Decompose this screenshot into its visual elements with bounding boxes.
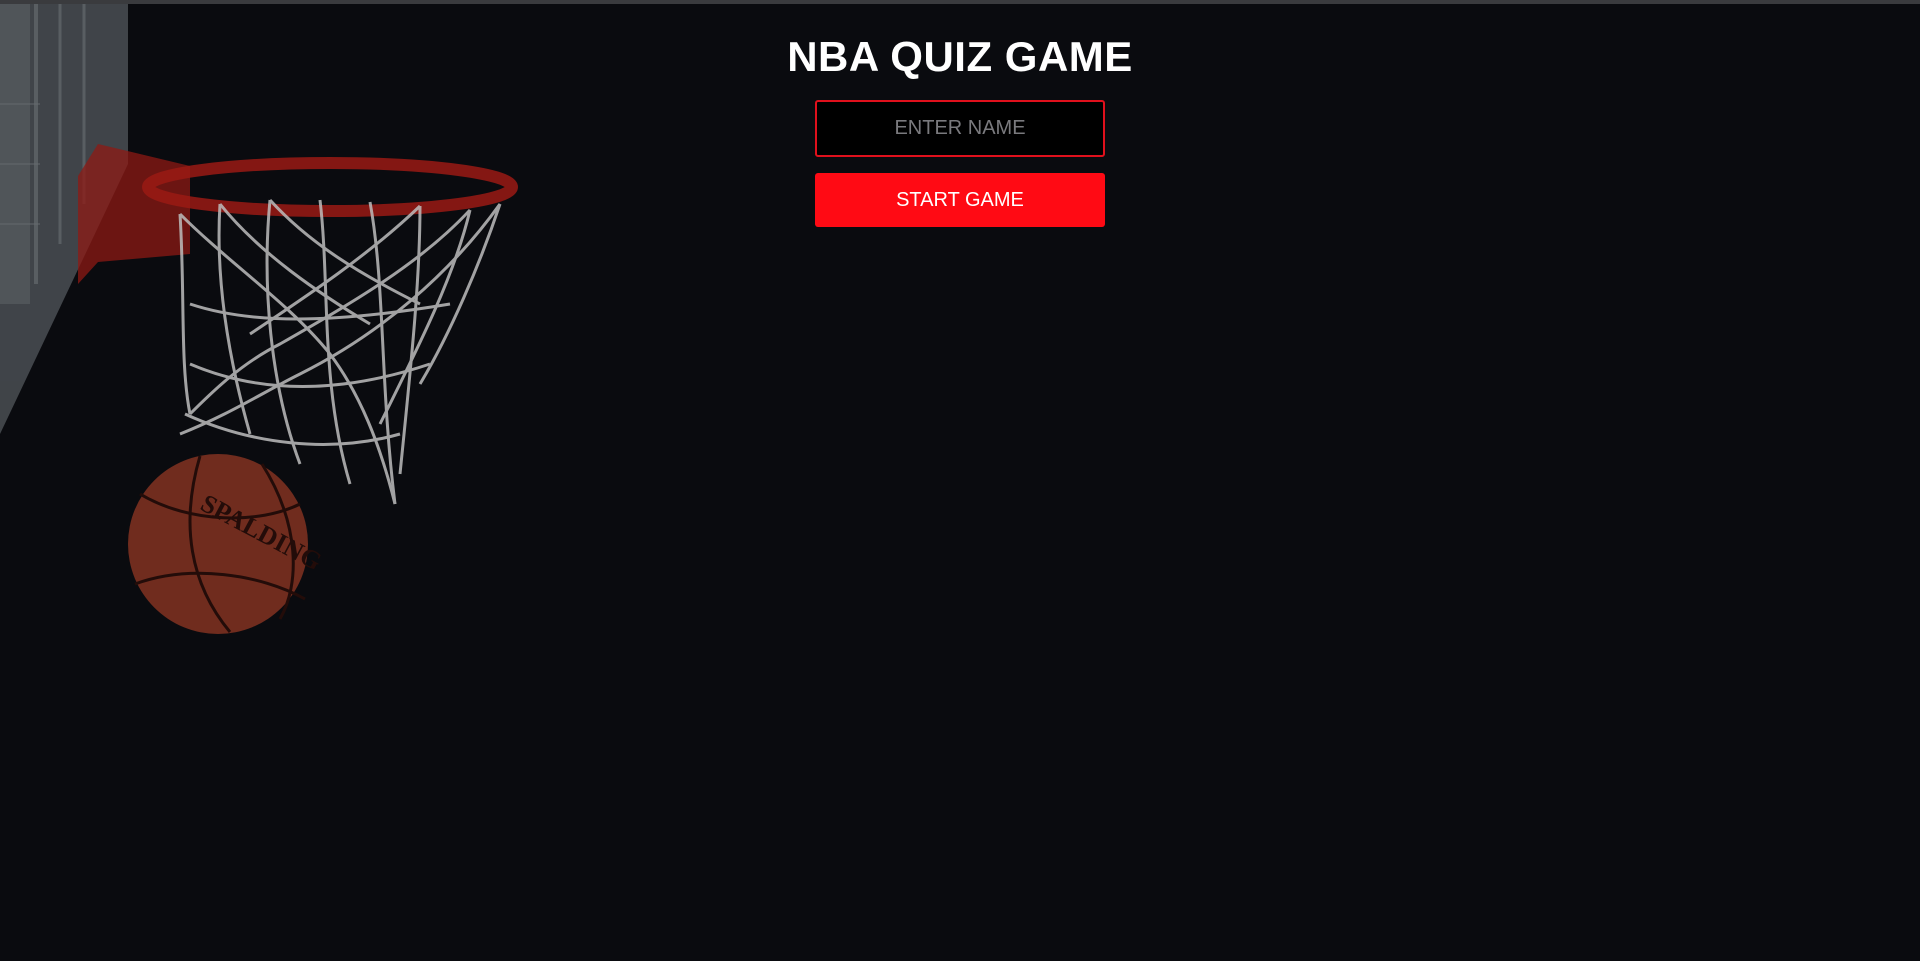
name-input[interactable] [815, 100, 1105, 157]
start-panel: NBA QUIZ GAME START GAME [0, 0, 1920, 961]
start-game-button[interactable]: START GAME [815, 173, 1105, 227]
page-title: NBA QUIZ GAME [787, 33, 1133, 80]
